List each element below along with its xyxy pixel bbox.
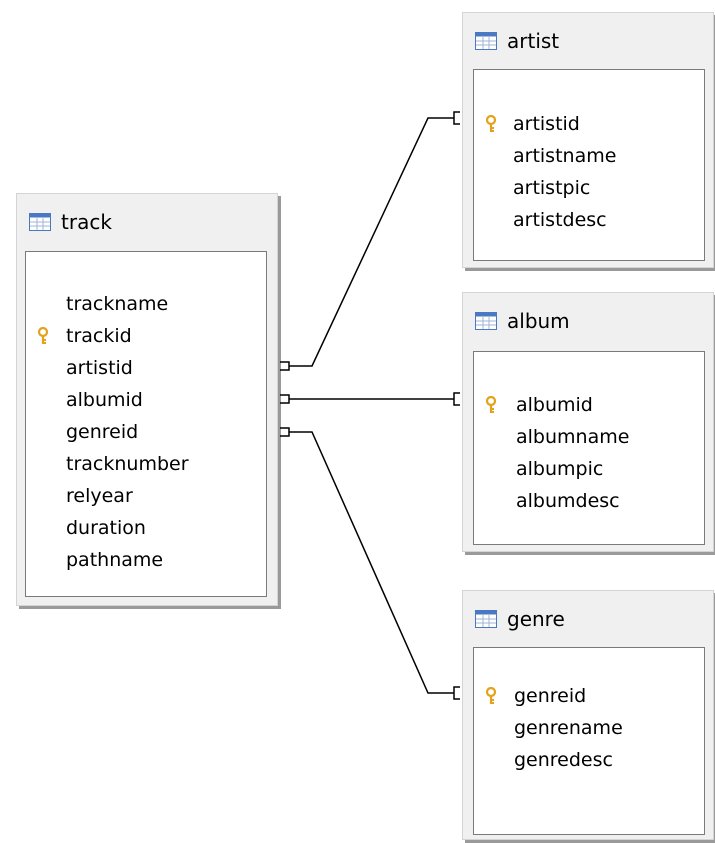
table-icon (475, 312, 497, 330)
field-name: genrename (514, 717, 623, 739)
table-artist-fields: artistid artistname artistpic artistdesc (473, 69, 705, 261)
field-name: artistname (513, 145, 617, 167)
table-icon (475, 32, 497, 50)
field-name: albumpic (516, 458, 604, 480)
table-track[interactable]: track trackname trackid artistid albumid… (16, 193, 278, 606)
field-name: tracknumber (66, 453, 189, 475)
table-genre-fields: genreid genrename genredesc (473, 647, 705, 835)
field-name: trackid (66, 325, 132, 347)
table-genre[interactable]: genre genreid genrename genredesc (462, 590, 714, 840)
field-name: artistdesc (513, 209, 607, 231)
field-name: genreid (66, 421, 139, 443)
field-name: genredesc (514, 749, 613, 771)
table-icon (29, 213, 51, 231)
table-album-header[interactable]: album (475, 309, 570, 333)
field-name: trackname (66, 293, 169, 315)
field-name: artistid (66, 357, 133, 379)
field-name: albumdesc (516, 490, 620, 512)
table-album-title: album (507, 309, 570, 333)
table-track-header[interactable]: track (29, 210, 112, 234)
primary-key-icon (485, 687, 497, 704)
table-album[interactable]: album albumid albumname albumpic albumde… (462, 292, 714, 552)
field-name: relyear (66, 485, 133, 507)
relation-album[interactable] (280, 392, 460, 406)
primary-key-icon (485, 396, 497, 413)
field-name: artistpic (513, 177, 591, 199)
table-genre-title: genre (507, 607, 565, 631)
field-name: pathname (66, 549, 164, 571)
table-artist[interactable]: artist artistid artistname artistpic art… (462, 12, 714, 268)
table-track-fields: trackname trackid artistid albumid genre… (25, 251, 267, 597)
primary-key-icon (485, 115, 497, 132)
table-album-fields: albumid albumname albumpic albumdesc (473, 351, 705, 545)
table-artist-title: artist (507, 29, 560, 53)
field-name: albumid (516, 394, 593, 416)
relation-genre[interactable] (280, 427, 460, 700)
table-artist-header[interactable]: artist (475, 29, 559, 53)
table-track-title: track (61, 210, 112, 234)
field-name: albumid (66, 389, 143, 411)
field-name: genreid (514, 685, 587, 707)
table-icon (475, 610, 497, 628)
field-name: duration (66, 517, 146, 539)
table-genre-header[interactable]: genre (475, 607, 565, 631)
primary-key-icon (37, 327, 49, 344)
field-name: albumname (516, 426, 630, 448)
field-name: artistid (513, 113, 580, 135)
relation-artist[interactable] (280, 111, 460, 371)
